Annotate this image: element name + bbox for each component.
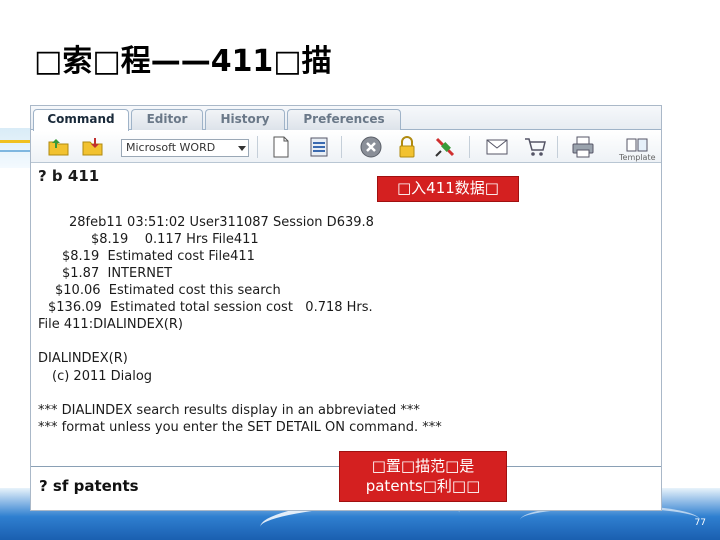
output-line: $136.09 Estimated total session cost 0.7…: [48, 300, 373, 315]
chevron-down-icon: [238, 146, 246, 151]
font-select-value: Microsoft WORD: [126, 141, 216, 154]
output-command: ? b 411: [38, 167, 100, 185]
cart-icon[interactable]: [523, 135, 547, 159]
output-line: File 411:DIALINDEX(R): [38, 317, 183, 332]
output-line: DIALINDEX(R): [38, 351, 128, 366]
toolbar-divider: [557, 136, 558, 158]
output-line: *** DIALINDEX search results display in …: [38, 403, 420, 418]
toolbar: Microsoft WORD Template: [31, 131, 661, 163]
new-document-icon[interactable]: [269, 135, 293, 159]
open-folder-icon[interactable]: [47, 135, 71, 159]
tab-editor[interactable]: Editor: [131, 109, 203, 130]
output-line: $10.06 Estimated cost this search: [55, 283, 281, 298]
command-output: ? b 411 28feb11 03:51:02 User311087 Sess…: [31, 164, 661, 471]
output-line: 28feb11 03:51:02 User311087 Session D639…: [69, 215, 374, 230]
toolbar-divider: [341, 136, 342, 158]
tab-bar: Command Editor History Preferences: [31, 106, 661, 131]
toolbar-divider: [469, 136, 470, 158]
toolbar-divider: [257, 136, 258, 158]
page-number: 77: [694, 518, 706, 528]
tab-history[interactable]: History: [205, 109, 285, 130]
font-select[interactable]: Microsoft WORD: [121, 139, 249, 157]
email-icon[interactable]: [485, 135, 509, 159]
background-line: [0, 150, 30, 152]
print-preview-icon[interactable]: [307, 135, 331, 159]
callout-line: patents□利□□: [365, 477, 481, 495]
tab-preferences[interactable]: Preferences: [287, 109, 401, 130]
cancel-icon[interactable]: [359, 135, 383, 159]
disconnect-icon[interactable]: [433, 135, 457, 159]
lock-icon[interactable]: [395, 135, 419, 159]
command-input[interactable]: ? sf patents: [39, 477, 139, 495]
background-line: [0, 140, 34, 143]
callout-scan-scope: □置□描范□是 patents□利□□: [339, 451, 507, 502]
output-line: $1.87 INTERNET: [62, 266, 173, 281]
tab-command[interactable]: Command: [33, 109, 129, 131]
template-label: Template: [619, 153, 656, 162]
output-line: (c) 2011 Dialog: [52, 369, 153, 384]
output-line: *** format unless you enter the SET DETA…: [38, 420, 442, 435]
callout-enter-file: □入411数据□: [377, 176, 519, 202]
printer-icon[interactable]: [571, 135, 595, 159]
slide-title: □索□程——411□描: [34, 44, 332, 79]
save-folder-icon[interactable]: [81, 135, 105, 159]
output-line: $8.19 Estimated cost File411: [62, 249, 255, 264]
callout-line: □置□描范□是: [371, 457, 475, 475]
output-line: $8.19 0.117 Hrs File411: [91, 232, 259, 247]
